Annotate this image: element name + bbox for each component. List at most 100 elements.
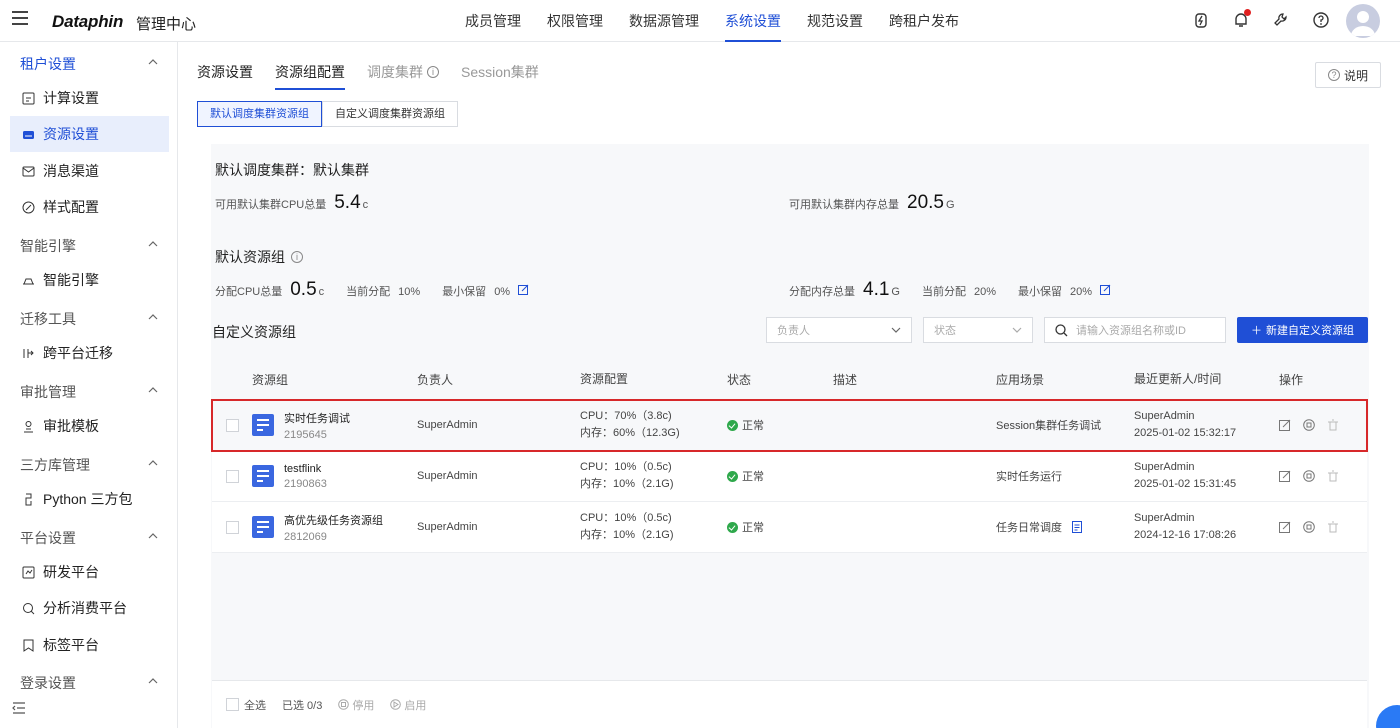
sidebar-item-python[interactable]: Python 三方包: [10, 481, 169, 517]
nav-member[interactable]: 成员管理: [452, 0, 534, 42]
nav-cross-tenant[interactable]: 跨租户发布: [876, 0, 972, 42]
tab-schedule-cluster[interactable]: 调度集群 i: [367, 62, 439, 90]
table-row[interactable]: testflink 2190863 SuperAdmin CPU：10%（0.5c…: [212, 451, 1367, 502]
selected-count: 已选 0/3: [282, 699, 323, 712]
assistant-float-button[interactable]: [1376, 705, 1400, 728]
edit-icon[interactable]: [1279, 521, 1291, 533]
stop-icon[interactable]: [1303, 470, 1315, 482]
stop-icon[interactable]: [1303, 521, 1315, 533]
tab-session-cluster[interactable]: Session集群: [461, 62, 539, 90]
nav-permission[interactable]: 权限管理: [534, 0, 616, 42]
cluster-mem-unit: G: [945, 199, 955, 211]
question-icon: ?: [1327, 69, 1340, 81]
cluster-mem: 可用默认集群内存总量 20.5 G: [789, 192, 955, 214]
owner-select[interactable]: 负责人: [766, 317, 912, 343]
status-select-placeholder: 状态: [934, 325, 956, 337]
group-name[interactable]: 高优先级任务资源组: [284, 512, 383, 528]
table-row[interactable]: 高优先级任务资源组 2812069 SuperAdmin CPU：10%（0.5c…: [212, 502, 1367, 553]
stop-icon[interactable]: [1303, 419, 1315, 431]
edit-icon[interactable]: [518, 284, 529, 295]
group-name[interactable]: testflink: [284, 463, 327, 475]
cpu-config: CPU：70%（3.8c): [580, 410, 672, 422]
bolt-icon[interactable]: [1192, 11, 1210, 29]
mem-min-label: 最小保留: [1018, 286, 1063, 298]
sidebar-item-migrate[interactable]: 跨平台迁移: [10, 335, 169, 371]
row-checkbox[interactable]: [226, 520, 239, 534]
delete-icon[interactable]: [1327, 521, 1339, 533]
enable-button[interactable]: 启用: [390, 697, 426, 713]
help-icon[interactable]: [1312, 11, 1330, 29]
header-status: 状态: [727, 372, 752, 387]
default-group-title-text: 默认资源组: [215, 249, 285, 265]
help-button[interactable]: ? 说明: [1315, 62, 1381, 88]
segment-default[interactable]: 默认调度集群资源组: [197, 101, 322, 127]
migrate-icon: [23, 348, 34, 358]
custom-group-title: 自定义资源组: [212, 324, 296, 340]
cpu-config: CPU：10%（0.5c): [580, 512, 672, 524]
delete-icon[interactable]: [1327, 470, 1339, 482]
disable-button[interactable]: 停用: [338, 697, 374, 713]
sidebar-group-migration[interactable]: 迁移工具: [20, 309, 158, 329]
updater: SuperAdmin: [1134, 512, 1195, 524]
sidebar-group-engine[interactable]: 智能引擎: [20, 236, 158, 256]
nav-standards[interactable]: 规范设置: [794, 0, 876, 42]
scene: 任务日常调度: [996, 522, 1062, 534]
sidebar-item-message[interactable]: 消息渠道: [10, 153, 169, 189]
select-all-checkbox[interactable]: [226, 698, 239, 711]
sidebar-group-thirdparty[interactable]: 三方库管理: [20, 455, 158, 475]
header-description: 描述: [833, 372, 858, 387]
table-row[interactable]: 实时任务调试 2195645 SuperAdmin CPU：70%（3.8c) 内存…: [211, 399, 1368, 452]
resource-group-table: 资源组 负责人 资源配置 状态 描述 应用场景 最近更新人/时间 操作 实时任务…: [211, 358, 1368, 553]
search-icon: [1055, 323, 1068, 336]
row-checkbox[interactable]: [226, 469, 239, 483]
new-button-label: 新建自定义资源组: [1266, 325, 1354, 337]
sidebar-item-style[interactable]: 样式配置: [10, 189, 169, 225]
edit-icon[interactable]: [1100, 284, 1111, 295]
mail-icon: [22, 166, 35, 176]
help-button-label: 说明: [1343, 68, 1368, 83]
document-icon[interactable]: [1072, 521, 1082, 533]
sidebar-group-platform[interactable]: 平台设置: [20, 528, 158, 548]
menu-icon[interactable]: [12, 11, 28, 27]
sidebar-group-login[interactable]: 登录设置: [20, 673, 158, 693]
resource-group-icon: [252, 465, 274, 487]
segment-custom[interactable]: 自定义调度集群资源组: [322, 101, 458, 127]
mem-label: 分配内存总量: [789, 286, 855, 298]
cluster-title: 默认调度集群：默认集群: [215, 162, 369, 178]
sidebar-item-dev-platform[interactable]: 研发平台: [10, 554, 169, 590]
edit-icon[interactable]: [1279, 419, 1291, 431]
bell-icon[interactable]: [1232, 9, 1251, 29]
owner-select-placeholder: 负责人: [777, 325, 810, 337]
group-name[interactable]: 实时任务调试: [284, 410, 350, 426]
avatar[interactable]: [1346, 4, 1380, 38]
sidebar-item-tag-platform[interactable]: 标签平台: [10, 627, 169, 663]
tag-icon: [23, 639, 34, 652]
header-config: 资源配置: [580, 371, 629, 386]
sidebar-group-approval[interactable]: 审批管理: [20, 382, 158, 402]
check-circle-icon: [727, 521, 738, 533]
select-all[interactable]: 全选: [226, 697, 266, 713]
nav-system-settings[interactable]: 系统设置: [712, 0, 794, 42]
row-checkbox[interactable]: [226, 418, 239, 432]
sidebar-item-compute[interactable]: 计算设置: [10, 80, 169, 116]
sidebar-item-approval-template[interactable]: 审批模板: [10, 408, 169, 444]
sidebar-item-label: 消息渠道: [43, 163, 99, 179]
sidebar-group-tenant[interactable]: 租户设置: [20, 54, 158, 74]
nav-datasource[interactable]: 数据源管理: [616, 0, 712, 42]
sidebar-item-analysis-platform[interactable]: 分析消费平台: [10, 590, 169, 626]
sidebar-item-engine[interactable]: 智能引擎: [10, 262, 169, 298]
edit-icon[interactable]: [1279, 470, 1291, 482]
enable-label: 启用: [404, 699, 427, 712]
status-select[interactable]: 状态: [923, 317, 1033, 343]
wrench-icon[interactable]: [1272, 11, 1290, 29]
sidebar-item-resource[interactable]: 资源设置: [10, 116, 169, 152]
tab-resource-group-config[interactable]: 资源组配置: [275, 62, 345, 90]
mem-min-value: 20%: [1070, 286, 1093, 298]
collapse-sidebar-icon[interactable]: [12, 702, 26, 714]
top-bar: Dataphin 管理中心 成员管理 权限管理 数据源管理 系统设置 规范设置 …: [0, 0, 1400, 42]
new-resource-group-button[interactable]: ＋ 新建自定义资源组: [1237, 317, 1368, 343]
chevron-up-icon: [148, 314, 158, 320]
search-input[interactable]: 请输入资源组名称或ID: [1044, 317, 1226, 343]
tab-resource-settings[interactable]: 资源设置: [197, 62, 253, 90]
delete-icon[interactable]: [1327, 419, 1339, 431]
